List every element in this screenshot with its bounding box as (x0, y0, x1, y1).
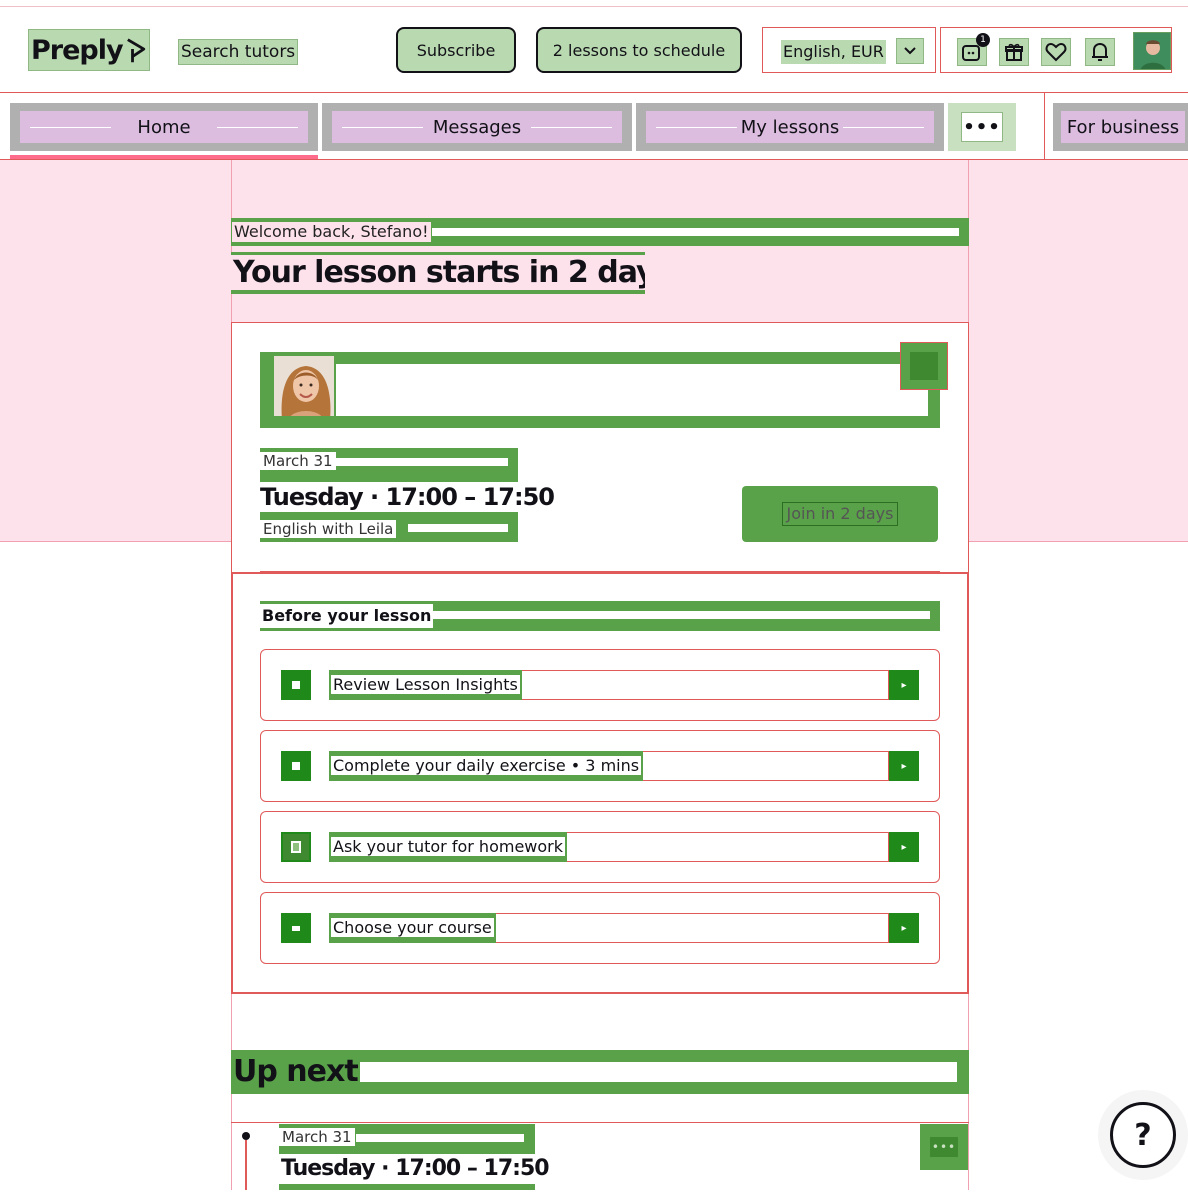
active-tab-indicator (10, 155, 318, 159)
tab-messages-label: Messages (332, 111, 622, 143)
task-label: Complete your daily exercise • 3 mins (329, 751, 644, 781)
lesson-date: March 31 (260, 452, 336, 470)
bell-icon[interactable] (1085, 38, 1115, 66)
join-lesson-button[interactable]: Join in 2 days (742, 486, 938, 542)
for-business-label: For business (1061, 111, 1185, 143)
search-tutors-link[interactable]: Search tutors (178, 39, 299, 65)
tutor-row (260, 352, 940, 428)
task-review-insights[interactable]: Review Lesson Insights ▸ (260, 649, 940, 721)
timeline-dot (242, 1132, 250, 1140)
chevron-down-icon[interactable] (896, 38, 924, 64)
header-icon-group: 1 (940, 27, 1172, 73)
calendar-badge-icon[interactable]: 1 (957, 33, 990, 66)
help-button[interactable]: ? (1110, 1102, 1176, 1168)
timeline-line (245, 1140, 247, 1190)
next-lesson-time: Tuesday · 17:00 – 17:50 (279, 1154, 551, 1184)
chevron-right-icon[interactable]: ▸ (889, 913, 919, 943)
tab-for-business[interactable]: For business (1044, 93, 1188, 161)
chevron-right-icon[interactable]: ▸ (889, 832, 919, 862)
gift-icon[interactable] (999, 38, 1029, 66)
join-lesson-label: Join in 2 days (774, 502, 906, 526)
schedule-lessons-button[interactable]: 2 lessons to schedule (536, 27, 742, 73)
exercise-icon (281, 751, 311, 781)
task-label: Review Lesson Insights (329, 670, 522, 700)
task-label: Choose your course (329, 913, 496, 943)
tutor-avatar[interactable] (272, 354, 336, 418)
subscribe-label: Subscribe (416, 40, 496, 60)
greeting-text: Welcome back, Stefano! (231, 221, 432, 243)
task-choose-course[interactable]: Choose your course ▸ (260, 892, 940, 964)
more-dots-icon: ••• (961, 112, 1003, 142)
page-title: Your lesson starts in 2 days (231, 252, 645, 294)
logo-text: Preply (31, 34, 124, 66)
notification-badge: 1 (976, 33, 990, 47)
page-title-text: Your lesson starts in 2 days (231, 255, 645, 290)
chevron-right-icon[interactable]: ▸ (889, 670, 919, 700)
more-options-icon (910, 352, 938, 380)
more-menu-button[interactable]: ••• (948, 103, 1016, 151)
up-next-title: Up next (231, 1052, 360, 1092)
more-dots-icon: ••• (930, 1137, 958, 1157)
language-label: English, EUR (781, 40, 886, 64)
preply-logo[interactable]: Preply (28, 29, 150, 71)
user-avatar[interactable] (1133, 32, 1171, 70)
lesson-time: Tuesday · 17:00 – 17:50 (260, 482, 556, 512)
next-lesson-options-button[interactable]: ••• (920, 1124, 968, 1170)
task-daily-exercise[interactable]: Complete your daily exercise • 3 mins ▸ (260, 730, 940, 802)
chevron-right-icon[interactable]: ▸ (889, 751, 919, 781)
subscribe-button[interactable]: Subscribe (396, 27, 516, 73)
tab-home-label: Home (20, 111, 308, 143)
next-lesson-date: March 31 (279, 1128, 355, 1146)
main-nav: Home Messages My lessons ••• For busines… (0, 92, 1188, 161)
homework-icon (281, 832, 311, 862)
schedule-label: 2 lessons to schedule (552, 40, 726, 60)
insights-icon (281, 670, 311, 700)
tab-home[interactable]: Home (10, 103, 318, 151)
before-lesson-title: Before your lesson (260, 604, 434, 628)
logo-mark-icon (126, 38, 145, 63)
top-header: Preply Search tutors Subscribe 2 lessons… (0, 6, 1188, 92)
heart-icon[interactable] (1041, 38, 1071, 66)
task-ask-homework[interactable]: Ask your tutor for homework ▸ (260, 811, 940, 883)
language-currency-selector[interactable]: English, EUR (762, 27, 936, 73)
lesson-options-button[interactable] (900, 342, 948, 390)
course-icon (281, 913, 311, 943)
tab-my-lessons-label: My lessons (646, 111, 934, 143)
task-label: Ask your tutor for homework (329, 832, 567, 862)
lesson-subject: English with Leila (260, 520, 397, 538)
tab-my-lessons[interactable]: My lessons (636, 103, 944, 151)
tab-messages[interactable]: Messages (322, 103, 632, 151)
